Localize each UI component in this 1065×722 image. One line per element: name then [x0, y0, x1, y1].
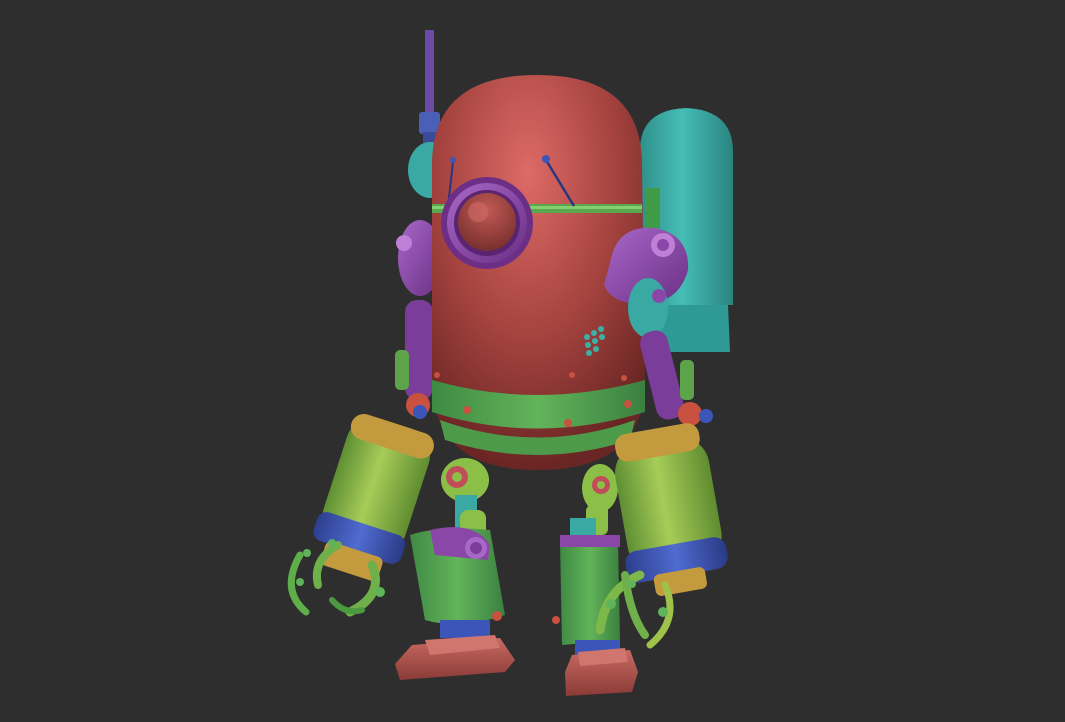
eye — [441, 177, 533, 269]
robot-render — [287, 30, 733, 696]
viewport — [0, 0, 1065, 722]
